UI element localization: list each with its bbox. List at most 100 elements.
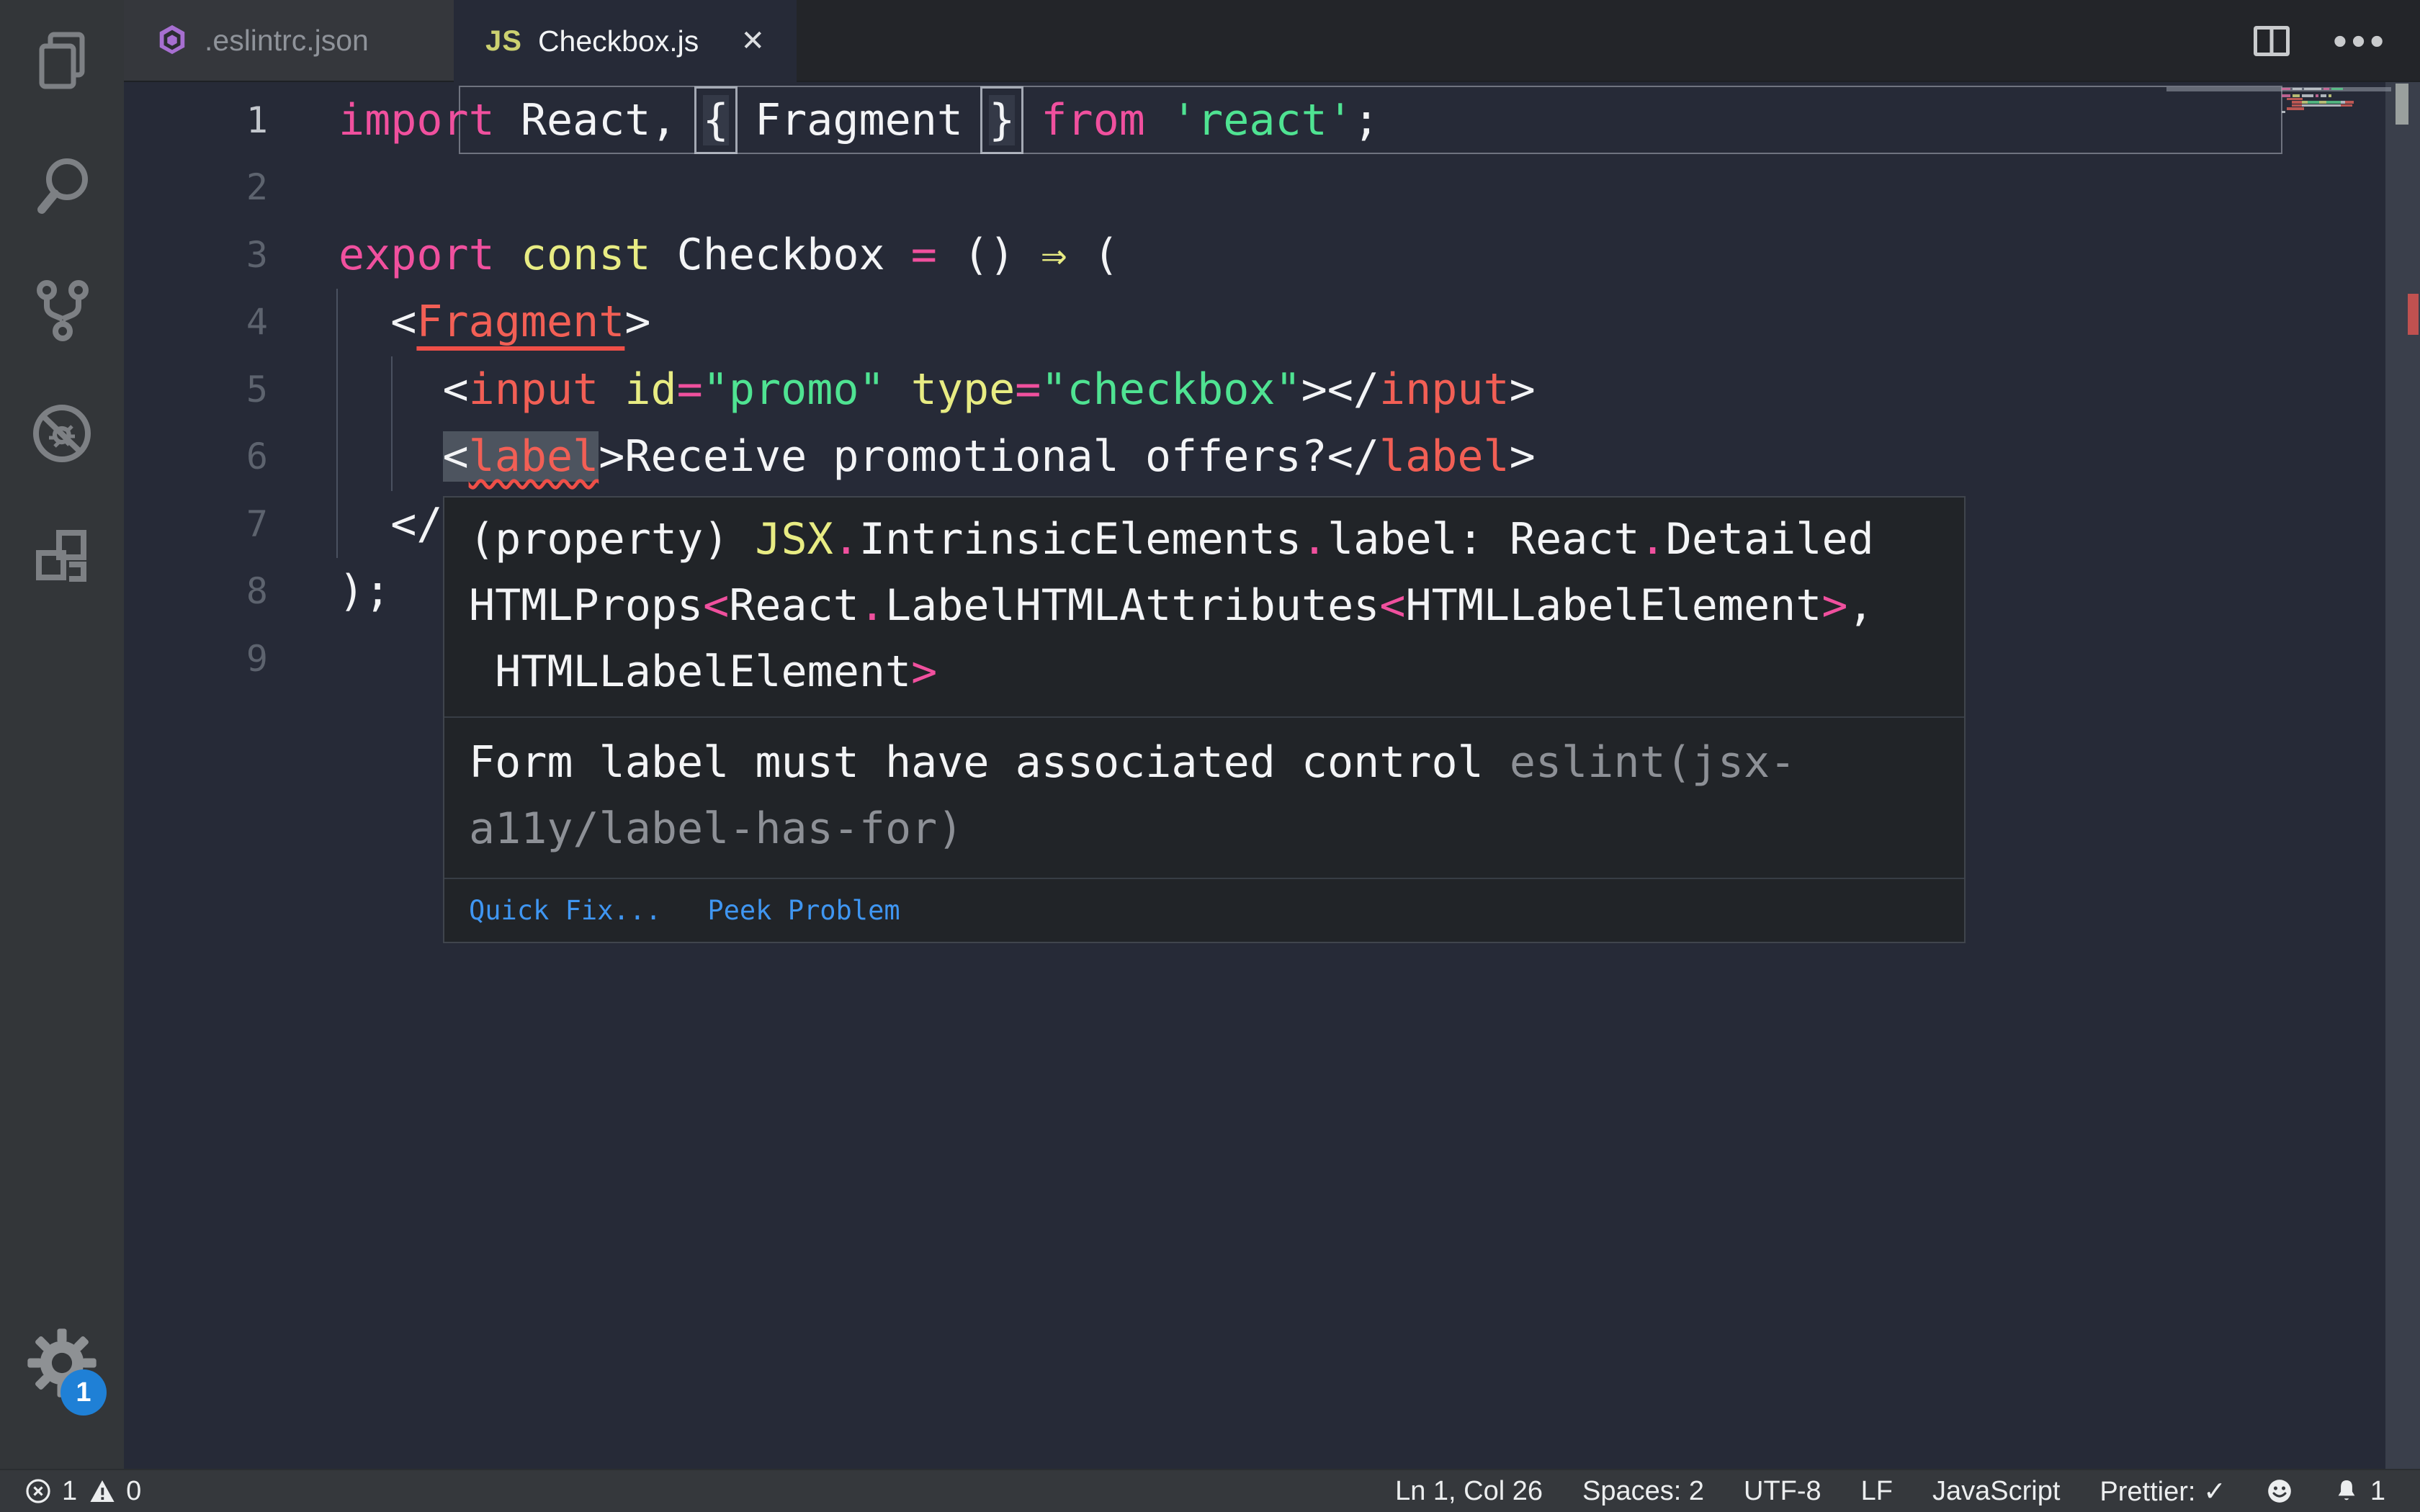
code-token: HTMLProps bbox=[469, 580, 704, 631]
close-icon[interactable]: ✕ bbox=[719, 24, 765, 58]
tab-label: .eslintrc.json bbox=[205, 23, 369, 57]
code-token: > bbox=[1509, 431, 1536, 482]
line-number: 8 bbox=[246, 570, 268, 613]
status-utf-8[interactable]: UTF-8 bbox=[1744, 1476, 1821, 1507]
status-ln-1-col-26-label: Ln 1, Col 26 bbox=[1395, 1475, 1543, 1506]
code-token: export bbox=[339, 229, 495, 280]
code-token: ( bbox=[1067, 229, 1119, 280]
status-spaces-2-label: Spaces: 2 bbox=[1582, 1475, 1704, 1506]
tooltip-action-quick-fix-[interactable]: Quick Fix... bbox=[469, 895, 661, 926]
code-line: 2 bbox=[124, 154, 2420, 221]
tab-.eslintrc.json[interactable]: .eslintrc.json bbox=[124, 0, 454, 81]
workbench: .eslintrc.json JS Checkbox.js ✕ ••• 1 import… bbox=[124, 0, 2420, 1469]
code-token: < bbox=[1379, 580, 1406, 631]
tooltip-lint-message: Form label must have associated control … bbox=[444, 716, 1964, 878]
tooltip-action-peek-problem[interactable]: Peek Problem bbox=[707, 895, 900, 926]
editor-actions: ••• bbox=[2254, 0, 2420, 82]
status-lf[interactable]: LF bbox=[1861, 1476, 1893, 1507]
activity-item-source-control[interactable] bbox=[0, 248, 124, 372]
tooltip-message-line: a11y/label-has-for) bbox=[469, 796, 1940, 862]
tooltip-message-line: Form label must have associated control … bbox=[469, 729, 1940, 796]
code-line: 6 <label>Receive promotional offers?</la… bbox=[124, 423, 2420, 490]
activity-item-debug-disabled[interactable] bbox=[0, 372, 124, 495]
line-number: 9 bbox=[246, 637, 268, 680]
status-prettier-[interactable]: Prettier: ✓ bbox=[2099, 1475, 2226, 1508]
code-token: HTMLLabelElement bbox=[1405, 580, 1822, 631]
scrollbar[interactable] bbox=[2385, 82, 2420, 1469]
code-token: ⇒ bbox=[1041, 229, 1067, 280]
eslint-icon bbox=[156, 24, 189, 57]
code-token: () bbox=[936, 229, 1041, 280]
code-token: = bbox=[676, 364, 703, 415]
status-problems[interactable]: 10 bbox=[0, 1476, 141, 1507]
tooltip-signature: (property) JSX.IntrinsicElements.label: … bbox=[444, 498, 1964, 716]
code-token: ); bbox=[339, 566, 391, 617]
code-token: { bbox=[694, 86, 738, 154]
code-token: </ bbox=[1327, 431, 1379, 482]
status-utf-8-label: UTF-8 bbox=[1744, 1475, 1821, 1506]
js-icon: JS bbox=[485, 24, 522, 57]
code-token: Receive promotional offers? bbox=[624, 431, 1327, 482]
line-number: 3 bbox=[246, 233, 268, 276]
code-token: Form label must have associated control bbox=[469, 737, 1510, 788]
code-token: IntrinsicElements bbox=[859, 514, 1301, 564]
status-lf-label: LF bbox=[1860, 1475, 1894, 1506]
smiley-icon bbox=[2268, 1480, 2291, 1503]
status-javascript[interactable]: JavaScript bbox=[1932, 1476, 2060, 1507]
more-actions-icon[interactable]: ••• bbox=[2333, 21, 2388, 61]
code-content: import React, { Fragment } from 'react'; bbox=[339, 86, 1379, 154]
scrollbar-thumb[interactable] bbox=[2396, 84, 2408, 125]
explorer-icon bbox=[39, 32, 85, 89]
warning-icon bbox=[90, 1480, 115, 1503]
code-token: type bbox=[910, 364, 1016, 415]
extensions-icon bbox=[36, 530, 86, 582]
status-warning[interactable]: 0 bbox=[89, 1476, 141, 1507]
status-spaces-2[interactable]: Spaces: 2 bbox=[1582, 1476, 1704, 1507]
activity-item-search[interactable] bbox=[0, 124, 124, 248]
error-icon bbox=[26, 1479, 50, 1503]
main-row: 1 .eslintrc.json JS Checkbox.js ✕ ••• 1 impo… bbox=[0, 0, 2420, 1469]
tabs-container: .eslintrc.json JS Checkbox.js ✕ bbox=[124, 0, 797, 82]
code-token: label bbox=[1379, 431, 1510, 482]
status-ln-1-col-26[interactable]: Ln 1, Col 26 bbox=[1395, 1476, 1543, 1507]
line-number: 6 bbox=[246, 436, 268, 478]
settings-badge: 1 bbox=[60, 1369, 107, 1416]
status-bell[interactable]: 1 bbox=[2333, 1476, 2385, 1507]
code-token: LabelHTMLAttributes bbox=[884, 580, 1380, 631]
editor[interactable]: 1 import React, { Fragment } from 'react'… bbox=[124, 82, 2420, 1469]
code-token: . bbox=[1639, 514, 1666, 564]
code-token: > bbox=[911, 647, 938, 697]
status-prettier--label: Prettier: ✓ bbox=[2099, 1476, 2226, 1507]
debug-disabled-icon bbox=[33, 405, 91, 462]
code-token: (property) bbox=[469, 514, 756, 564]
code-token: Fragment bbox=[416, 297, 625, 348]
code-token: > bbox=[624, 297, 651, 348]
tooltip-signature-line: (property) JSX.IntrinsicElements.label: … bbox=[469, 506, 1940, 572]
code-token: > bbox=[1509, 364, 1536, 415]
activity-item-extensions[interactable] bbox=[0, 495, 124, 619]
activity-item-explorer[interactable] bbox=[0, 0, 124, 124]
settings-gear-button[interactable]: 1 bbox=[0, 1309, 124, 1417]
code-token: 'react' bbox=[1170, 95, 1353, 145]
status-smiley[interactable] bbox=[2266, 1477, 2293, 1505]
hover-tooltip: (property) JSX.IntrinsicElements.label: … bbox=[443, 496, 1966, 943]
code-token: label bbox=[1327, 514, 1458, 564]
line-number: 1 bbox=[246, 99, 268, 141]
code-token: , bbox=[1847, 580, 1874, 631]
tab-Checkbox.js[interactable]: JS Checkbox.js ✕ bbox=[454, 0, 797, 82]
status-error[interactable]: 1 bbox=[24, 1476, 77, 1507]
line-number: 4 bbox=[246, 301, 268, 343]
code-token: from bbox=[1041, 95, 1145, 145]
tooltip-signature-line: HTMLProps<React.LabelHTMLAttributes<HTML… bbox=[469, 572, 1940, 639]
code-content: <label>Receive promotional offers?</labe… bbox=[339, 423, 1536, 490]
split-editor-icon[interactable] bbox=[2254, 26, 2290, 56]
code-token: . bbox=[859, 580, 885, 631]
code-line: 5 <input id="promo" type="checkbox"></in… bbox=[124, 356, 2420, 423]
code-token: React bbox=[729, 580, 859, 631]
